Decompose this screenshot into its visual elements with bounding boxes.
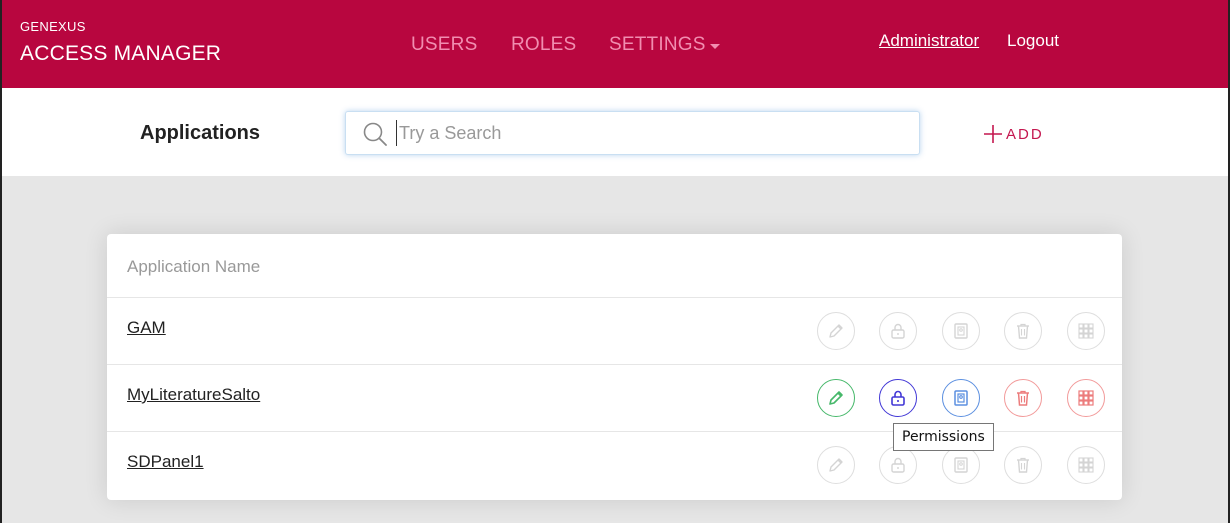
applications-table: Application Name GAM MyLiteratureSalto S… <box>107 234 1122 500</box>
search-box[interactable] <box>345 111 920 155</box>
application-link[interactable]: MyLiteratureSalto <box>127 385 260 405</box>
application-link[interactable]: GAM <box>127 318 166 338</box>
add-button-label: ADD <box>1006 125 1044 143</box>
permissions-icon <box>954 323 968 339</box>
grid-button[interactable] <box>1067 312 1105 350</box>
brand-app-name: ACCESS MANAGER <box>20 42 222 65</box>
grid-button[interactable] <box>1067 446 1105 484</box>
caret-down-icon <box>709 44 720 49</box>
grid-icon <box>1078 323 1094 339</box>
plus-icon <box>984 125 1002 143</box>
search-icon <box>363 122 387 146</box>
nav-settings[interactable]: SETTINGS <box>609 34 720 56</box>
lock-icon <box>891 390 905 406</box>
permissions-button[interactable] <box>942 446 980 484</box>
lock-icon <box>891 323 905 339</box>
brand-company: GENEXUS <box>20 19 86 34</box>
search-input[interactable] <box>396 120 896 146</box>
delete-button[interactable] <box>1004 312 1042 350</box>
permissions-button[interactable] <box>942 379 980 417</box>
trash-icon <box>1017 323 1029 339</box>
edit-button[interactable] <box>817 446 855 484</box>
lock-button[interactable] <box>879 312 917 350</box>
logout-link[interactable]: Logout <box>1007 31 1059 51</box>
lock-icon <box>891 457 905 473</box>
application-link[interactable]: SDPanel1 <box>127 452 204 472</box>
add-button[interactable]: ADD <box>983 124 1044 144</box>
table-row: MyLiteratureSalto <box>107 365 1122 432</box>
delete-button[interactable] <box>1004 379 1042 417</box>
grid-icon <box>1078 390 1094 406</box>
lock-button[interactable] <box>879 379 917 417</box>
top-bar: GENEXUS ACCESS MANAGER USERS ROLES SETTI… <box>0 0 1230 88</box>
permissions-button[interactable] <box>942 312 980 350</box>
edit-button[interactable] <box>817 312 855 350</box>
toolbar: Applications ADD <box>0 88 1230 176</box>
nav-settings-label: SETTINGS <box>609 34 706 55</box>
pencil-icon <box>829 458 843 472</box>
pencil-icon <box>829 391 843 405</box>
table-row: GAM <box>107 298 1122 365</box>
lock-button[interactable] <box>879 446 917 484</box>
pencil-icon <box>829 324 843 338</box>
grid-icon <box>1078 457 1094 473</box>
nav-users[interactable]: USERS <box>411 34 477 56</box>
page-title: Applications <box>140 122 261 144</box>
table-header: Application Name <box>107 234 1122 298</box>
delete-button[interactable] <box>1004 446 1042 484</box>
trash-icon <box>1017 457 1029 473</box>
user-link-administrator[interactable]: Administrator <box>879 31 979 51</box>
permissions-tooltip: Permissions <box>893 423 994 451</box>
grid-button[interactable] <box>1067 379 1105 417</box>
nav-roles[interactable]: ROLES <box>511 34 576 56</box>
trash-icon <box>1017 390 1029 406</box>
column-header-application-name: Application Name <box>127 257 261 276</box>
permissions-icon <box>954 457 968 473</box>
permissions-icon <box>954 390 968 406</box>
edit-button[interactable] <box>817 379 855 417</box>
